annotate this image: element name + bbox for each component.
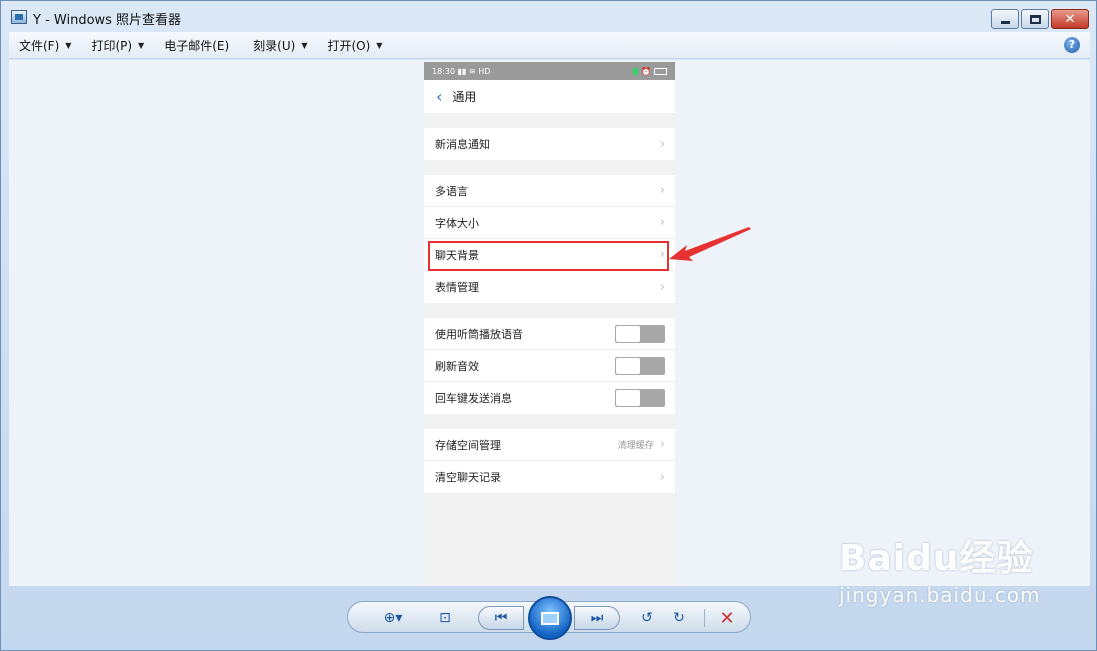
chevron-right-icon: › [659,136,665,152]
chevron-down-icon: ▼ [138,40,145,50]
back-icon[interactable]: ‹ [436,88,442,105]
watermark-url: jingyan.baidu.com [839,583,1041,607]
chevron-right-icon: › [659,279,665,295]
toggle-knob [616,390,640,406]
previous-icon: ⏮ [494,610,508,626]
maximize-button[interactable] [1021,9,1049,29]
row-label: 多语言 [435,184,468,198]
nav-title: 通用 [452,90,477,104]
row-label: 刷新音效 [435,359,479,373]
row-hint: 清理缓存 [617,441,654,451]
delete-button[interactable]: ✕ [714,606,740,630]
rotate-left-icon: ↺ [641,610,653,626]
row-enter-to-send: 回车键发送消息 [424,382,675,414]
rotate-right-button[interactable]: ↻ [666,606,692,630]
alarm-icon: ⏰ [641,66,651,76]
actual-size-button[interactable]: ⊡ [430,606,460,630]
next-button[interactable]: ⏭ [574,606,620,630]
menu-label: 刻录(U) [253,38,296,53]
minimize-button[interactable] [991,9,1019,29]
zoom-icon: ⊕▾ [383,610,403,626]
toggle-knob [616,357,640,374]
toggle-knob [616,325,640,342]
toggle-switch[interactable] [615,356,665,375]
viewer-toolbar: ⊕▾ ⊡ ⏮ ⏭ ↺ ↻ ✕ [347,596,751,640]
toggle-switch[interactable] [615,324,665,343]
menu-file[interactable]: 文件(F) ▼ [9,32,81,58]
chevron-right-icon: › [659,183,665,198]
row-clear-chat-history[interactable]: 清空聊天记录 › [424,461,675,493]
menu-label: 打开(O) [327,38,371,53]
settings-group: 多语言 › 字体大小 › 聊天背景 › 表情管理 › [424,175,675,303]
zoom-button[interactable]: ⊕▾ [376,606,410,630]
window-title: Y - Windows 照片查看器 [33,13,182,28]
row-sticker-management[interactable]: 表情管理 › [424,271,675,303]
watermark-logo: Baidu经验 [839,538,1034,579]
red-arrow-icon [669,227,751,261]
fit-window-icon: ⊡ [439,610,451,626]
menu-print[interactable]: 打印(P) ▼ [81,32,154,58]
toggle-switch[interactable] [615,389,665,407]
row-label: 回车键发送消息 [435,392,512,405]
highlight-box [428,241,669,271]
battery-icon [654,67,667,75]
status-right: ⏰ [633,67,667,76]
slideshow-button[interactable] [528,596,572,640]
next-icon: ⏭ [590,610,604,626]
row-font-size[interactable]: 字体大小 › [424,207,675,239]
menu-bar: 文件(F) ▼ 打印(P) ▼ 电子邮件(E) 刻录(U) ▼ 打开(O) ▼ ? [9,32,1090,59]
chevron-right-icon: › [659,437,665,452]
photo-viewer-window: Y - Windows 照片查看器 ✕ 文件(F) ▼ 打印(P) ▼ 电子邮件(E… [0,0,1097,651]
row-label: 新消息通知 [435,138,490,151]
menu-email[interactable]: 电子邮件(E) [154,32,239,58]
settings-group: 存储空间管理 清理缓存 › 清空聊天记录 › [424,429,675,493]
row-refresh-sound: 刷新音效 [424,350,675,382]
row-label: 字体大小 [435,216,479,230]
rotate-right-icon: ↻ [673,610,685,626]
minimize-icon [1000,20,1010,24]
notification-dot-icon [633,67,639,75]
close-button[interactable]: ✕ [1051,9,1089,29]
menu-label: 文件(F) [19,38,60,53]
chevron-down-icon: ▼ [65,40,72,50]
maximize-icon [1029,14,1041,24]
status-left: 18:30 ▮▮ ≋ HD [432,66,491,76]
phone-status-bar: 18:30 ▮▮ ≋ HD ⏰ [424,62,675,80]
delete-icon: ✕ [719,607,735,629]
rotate-left-button[interactable]: ↺ [634,606,660,630]
phone-nav-bar: ‹ 通用 [424,80,675,113]
row-storage-management[interactable]: 存储空间管理 清理缓存 › [424,429,675,461]
previous-button[interactable]: ⏮ [478,606,524,630]
row-label: 表情管理 [435,281,479,294]
menu-label: 电子邮件(E) [164,38,230,53]
help-icon[interactable]: ? [1064,37,1080,53]
menu-label: 打印(P) [91,38,133,53]
baidu-watermark: Baidu经验 jingyan.baidu.com [839,529,1041,607]
row-right: 清理缓存 › [618,437,665,452]
chevron-right-icon: › [659,469,665,485]
chevron-down-icon: ▼ [301,40,308,50]
settings-group: 新消息通知 › [424,128,675,160]
menu-burn[interactable]: 刻录(U) ▼ [243,32,317,58]
row-new-message-notification[interactable]: 新消息通知 › [424,128,675,160]
title-bar: Y - Windows 照片查看器 ✕ [1,1,1096,31]
close-icon: ✕ [1064,11,1076,27]
row-label: 清空聊天记录 [435,471,501,484]
phone-screenshot: 18:30 ▮▮ ≋ HD ⏰ ‹ 通用 新消息通知 › 多语言 › 字体大小 › 聊… [424,62,675,586]
photo-viewer-icon [11,10,27,24]
settings-group: 使用听筒播放语音 刷新音效 回车键发送消息 [424,318,675,414]
toolbar-divider [704,609,705,627]
slideshow-icon [541,611,559,625]
row-label: 存储空间管理 [435,438,501,452]
menu-open[interactable]: 打开(O) ▼ [317,32,392,58]
row-earpiece-playback: 使用听筒播放语音 [424,318,675,350]
status-time: 18:30 [432,66,456,76]
row-language[interactable]: 多语言 › [424,175,675,207]
chevron-down-icon: ▼ [376,40,383,50]
status-network: HD [478,66,491,76]
row-label: 使用听筒播放语音 [435,327,523,341]
